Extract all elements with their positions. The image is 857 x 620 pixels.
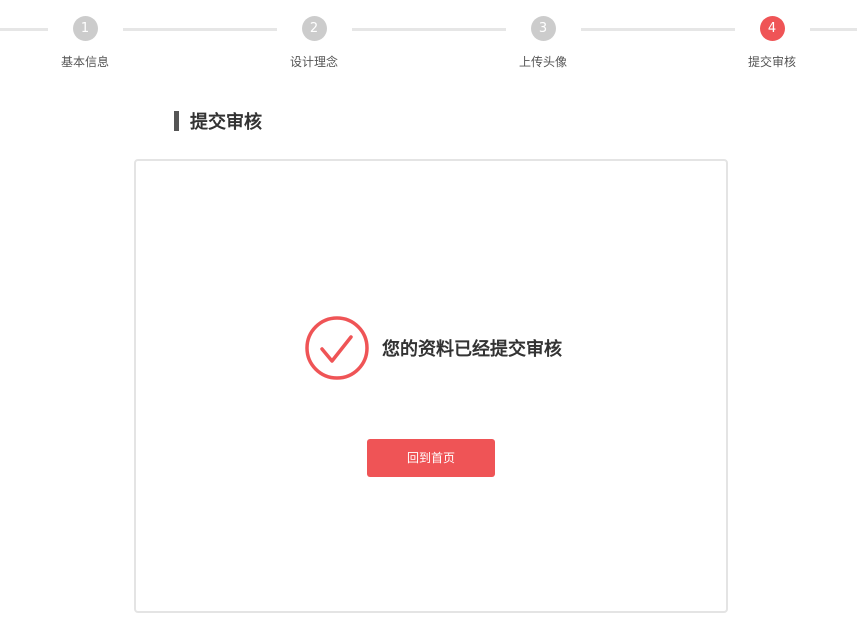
progress-stepper: 1 基本信息 2 设计理念 3 上传头像 4 提交审核 <box>0 0 857 80</box>
check-circle-icon <box>305 316 369 380</box>
success-message: 您的资料已经提交审核 <box>382 339 562 360</box>
step-number-badge: 3 <box>530 16 556 41</box>
section-heading: 提交审核 <box>174 110 262 133</box>
step-number-badge-active: 4 <box>759 16 785 41</box>
step-upload-avatar[interactable]: 3 上传头像 <box>493 16 593 70</box>
step-submit-review[interactable]: 4 提交审核 <box>722 16 822 70</box>
step-label: 基本信息 <box>60 55 109 69</box>
step-label: 提交审核 <box>747 55 796 69</box>
step-basic-info[interactable]: 1 基本信息 <box>35 16 135 70</box>
step-label: 设计理念 <box>289 55 338 69</box>
step-design-concept[interactable]: 2 设计理念 <box>264 16 364 70</box>
page-title: 提交审核 <box>190 112 262 133</box>
success-message-row: 您的资料已经提交审核 <box>304 315 562 381</box>
step-connector <box>352 28 506 31</box>
step-connector <box>581 28 735 31</box>
step-connector <box>123 28 277 31</box>
step-number-badge: 1 <box>72 16 98 41</box>
step-number-badge: 2 <box>301 16 327 41</box>
heading-accent-bar <box>174 111 179 131</box>
step-label: 上传头像 <box>518 55 567 69</box>
result-card: 您的资料已经提交审核 回到首页 <box>134 159 728 613</box>
back-to-home-button[interactable]: 回到首页 <box>367 439 495 477</box>
